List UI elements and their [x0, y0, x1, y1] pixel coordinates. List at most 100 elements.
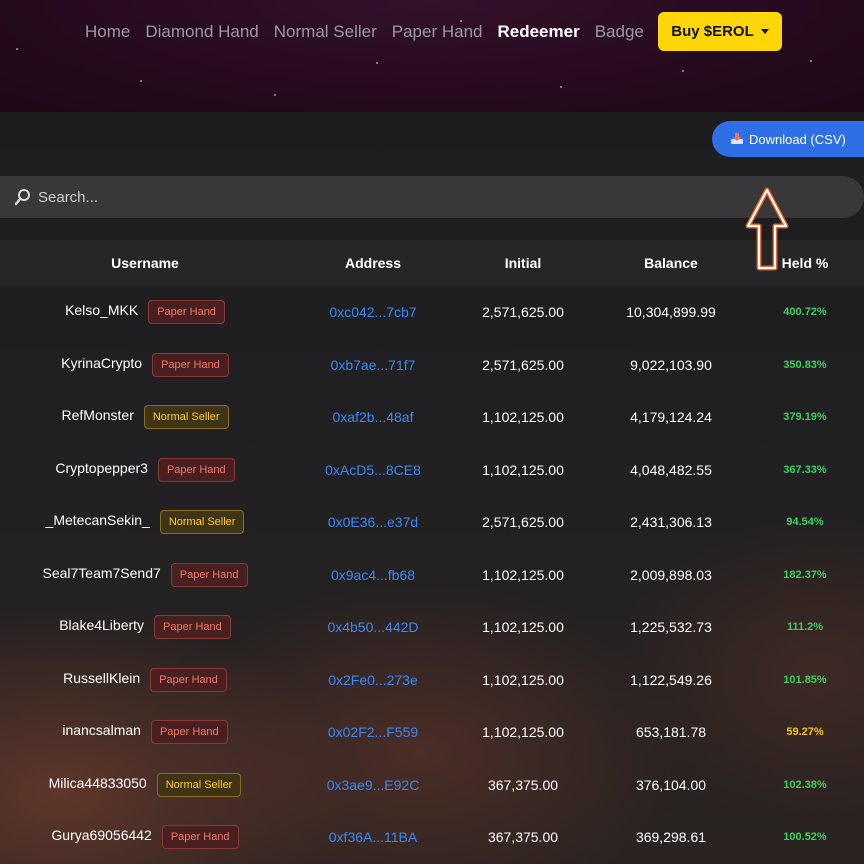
status-badge: Paper Hand [150, 667, 227, 692]
cell-username: Cryptopepper3 Paper Hand [0, 444, 290, 496]
header-balance[interactable]: Balance [596, 240, 746, 286]
table-row: Cryptopepper3 Paper Hand 0xAcD5...8CE8 1,10… [0, 444, 864, 496]
cell-balance: 653,181.78 [635, 724, 707, 740]
address-link[interactable]: 0x2Fe0...273e [300, 654, 446, 706]
address-link[interactable]: 0xb7ae...71f7 [300, 339, 446, 391]
cell-initial: 2,571,625.00 [482, 304, 564, 320]
table-header: Username Address Initial Balance Held % [0, 240, 864, 286]
caret-down-icon [760, 29, 769, 34]
star-decoration [140, 80, 142, 82]
search-input[interactable] [36, 187, 820, 207]
cell-username: RussellKlein Paper Hand [0, 654, 290, 706]
table-row: Gurya69056442 Paper Hand 0xf36A...11BA 367,… [0, 811, 864, 863]
address-link[interactable]: 0xAcD5...8CE8 [300, 444, 446, 496]
download-tray-icon [731, 133, 743, 144]
status-badge: Paper Hand [154, 615, 231, 639]
status-badge: Paper Hand [161, 825, 239, 849]
cell-held-percent: 100.52% [783, 831, 827, 843]
address-link[interactable]: 0x02F2...F559 [300, 706, 446, 758]
address-link[interactable]: 0x4b50...442D [300, 601, 446, 653]
cell-username: RefMonster Normal Seller [0, 391, 290, 443]
cell-username: inancsalman Paper Hand [0, 706, 290, 758]
buy-erol-dropdown-button[interactable]: Buy $EROL [658, 12, 782, 51]
cell-balance: 2,009,898.03 [630, 566, 712, 583]
address-link[interactable]: 0x9ac4...fb68 [300, 549, 446, 601]
table-row: RussellKlein Paper Hand 0x2Fe0...273e 1,102… [0, 654, 864, 706]
cell-held-percent: 367.33% [783, 463, 827, 476]
up-arrow-annotation-icon [745, 187, 789, 271]
star-decoration [16, 48, 18, 50]
download-csv-button[interactable]: Download (CSV) [712, 121, 864, 157]
search-bar [0, 176, 864, 218]
status-badge: Normal Seller [159, 510, 245, 534]
nav-link-badge[interactable]: Badge [595, 22, 644, 42]
star-decoration [274, 94, 276, 96]
address-link[interactable]: 0x0E36...e37d [300, 496, 446, 548]
status-badge: Paper Hand [150, 720, 228, 744]
cell-username: Seal7Team7Send7 Paper Hand [0, 549, 290, 601]
header-initial[interactable]: Initial [450, 240, 596, 286]
cell-balance: 4,179,124.24 [630, 409, 712, 425]
top-navbar: Home Diamond Hand Normal Seller Paper Ha… [0, 0, 864, 112]
search-icon [14, 189, 30, 206]
address-link[interactable]: 0xc042...7cb7 [300, 286, 446, 338]
cell-initial: 1,102,125.00 [482, 671, 564, 688]
username-text: Milica44833050 [48, 774, 147, 791]
cell-held-percent: 101.85% [783, 673, 827, 686]
username-text: Blake4Liberty [59, 617, 145, 633]
username-text: RussellKlein [63, 669, 141, 686]
table-row: inancsalman Paper Hand 0x02F2...F559 1,102,… [0, 706, 864, 758]
username-text: _MetecanSekin_ [45, 512, 150, 528]
cell-initial: 2,571,625.00 [482, 514, 564, 530]
cell-initial: 1,102,125.00 [482, 724, 564, 740]
cell-balance: 1,225,532.73 [630, 619, 712, 635]
status-badge: Paper Hand [148, 300, 225, 324]
cell-username: Milica44833050 Normal Seller [0, 759, 290, 811]
cell-balance: 376,104.00 [635, 776, 707, 793]
username-text: Cryptopepper3 [55, 459, 148, 476]
star-decoration [682, 70, 684, 72]
username-text: Gurya69056442 [51, 827, 152, 843]
status-badge: Normal Seller [143, 405, 229, 429]
username-text: RefMonster [61, 407, 134, 423]
cell-username: Gurya69056442 Paper Hand [0, 811, 290, 863]
table-row: KyrinaCrypto Paper Hand 0xb7ae...71f7 2,571… [0, 339, 864, 391]
cell-balance: 9,022,103.90 [630, 356, 712, 373]
table-row: _MetecanSekin_ Normal Seller 0x0E36...e37d… [0, 496, 864, 548]
nav-link-home[interactable]: Home [85, 22, 130, 42]
cell-held-percent: 400.72% [783, 306, 827, 318]
cell-initial: 1,102,125.00 [482, 619, 564, 635]
address-link[interactable]: 0xf36A...11BA [300, 811, 446, 863]
header-address[interactable]: Address [300, 240, 446, 286]
username-text: Seal7Team7Send7 [42, 564, 161, 581]
address-link[interactable]: 0x3ae9...E92C [300, 759, 446, 811]
cell-username: Blake4Liberty Paper Hand [0, 601, 290, 653]
header-username[interactable]: Username [0, 240, 290, 286]
cell-held-percent: 182.37% [783, 568, 827, 581]
cell-balance: 369,298.61 [635, 829, 707, 845]
cell-username: Kelso_MKK Paper Hand [0, 286, 290, 338]
cell-held-percent: 111.2% [786, 621, 824, 633]
nav-link-paper-hand[interactable]: Paper Hand [392, 22, 483, 42]
cell-initial: 2,571,625.00 [482, 356, 564, 373]
cell-held-percent: 102.38% [783, 778, 827, 791]
star-decoration [810, 60, 812, 62]
cell-held-percent: 59.27% [786, 726, 824, 738]
cell-initial: 1,102,125.00 [482, 409, 564, 425]
table-row: Blake4Liberty Paper Hand 0x4b50...442D 1,10… [0, 601, 864, 653]
cell-initial: 367,375.00 [487, 829, 559, 845]
nav-link-diamond-hand[interactable]: Diamond Hand [145, 22, 258, 42]
cell-balance: 2,431,306.13 [630, 514, 712, 530]
cell-held-percent: 379.19% [783, 411, 827, 423]
table-row: Milica44833050 Normal Seller 0x3ae9...E92C… [0, 759, 864, 811]
status-badge: Normal Seller [156, 772, 242, 797]
address-link[interactable]: 0xaf2b...48af [300, 391, 446, 443]
status-badge: Paper Hand [157, 457, 235, 482]
cell-balance: 4,048,482.55 [630, 461, 712, 478]
buy-button-label: Buy $EROL [671, 23, 754, 40]
cell-held-percent: 94.54% [786, 516, 824, 528]
cell-username: _MetecanSekin_ Normal Seller [0, 496, 290, 548]
status-badge: Paper Hand [152, 352, 229, 377]
nav-link-redeemer[interactable]: Redeemer [497, 22, 579, 42]
nav-link-normal-seller[interactable]: Normal Seller [274, 22, 377, 42]
